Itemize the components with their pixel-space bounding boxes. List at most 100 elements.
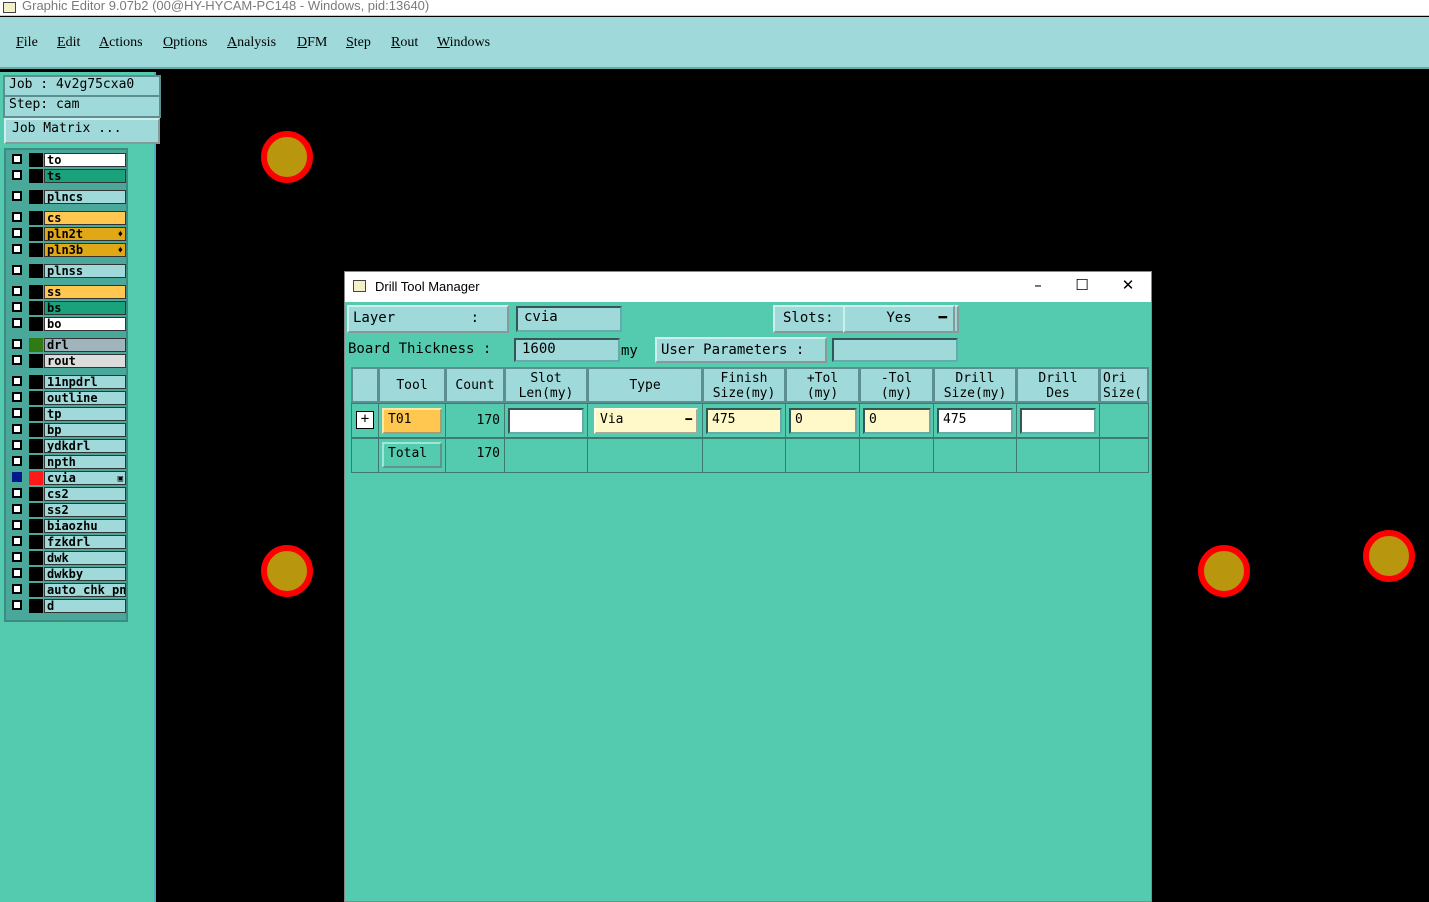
layer-checkbox[interactable] xyxy=(12,424,22,434)
layer-color-swatch[interactable] xyxy=(29,391,43,405)
layer-color-swatch[interactable] xyxy=(29,153,43,167)
layer-row-ss[interactable]: ss xyxy=(10,285,128,299)
layer-checkbox[interactable] xyxy=(12,355,22,365)
layer-name[interactable]: ts xyxy=(44,169,126,183)
layer-name[interactable]: dwkby xyxy=(44,567,126,581)
layer-row-cvia[interactable]: cvia ▣ xyxy=(10,471,128,485)
layer-label-button[interactable]: Layer : xyxy=(347,305,509,333)
layer-input[interactable]: cvia xyxy=(516,306,622,332)
layer-color-swatch[interactable] xyxy=(29,535,43,549)
layer-color-swatch[interactable] xyxy=(29,439,43,453)
layer-checkbox[interactable] xyxy=(12,339,22,349)
minimize-icon[interactable]: – xyxy=(1023,276,1053,294)
layer-color-swatch[interactable] xyxy=(29,487,43,501)
layer-name[interactable]: auto_chk_pnl xyxy=(44,583,126,597)
layer-color-swatch[interactable] xyxy=(29,407,43,421)
layer-row-bp[interactable]: bp xyxy=(10,423,128,437)
layer-row-bo[interactable]: bo xyxy=(10,317,128,331)
layer-row-dwk[interactable]: dwk xyxy=(10,551,128,565)
slot-len-input[interactable] xyxy=(508,408,584,434)
layer-name[interactable]: npth xyxy=(44,455,126,469)
layer-color-swatch[interactable] xyxy=(29,583,43,597)
layer-name[interactable]: bs xyxy=(44,301,126,315)
layer-row-tp[interactable]: tp xyxy=(10,407,128,421)
layer-color-swatch[interactable] xyxy=(29,519,43,533)
layer-color-swatch[interactable] xyxy=(29,301,43,315)
layer-name[interactable]: ydkdrl xyxy=(44,439,126,453)
layer-checkbox[interactable] xyxy=(12,191,22,201)
layer-checkbox[interactable] xyxy=(12,376,22,386)
layer-color-swatch[interactable] xyxy=(29,567,43,581)
close-icon[interactable]: ✕ xyxy=(1113,276,1143,294)
layer-checkbox[interactable] xyxy=(12,600,22,610)
layer-name[interactable]: 11npdrl xyxy=(44,375,126,389)
layer-row-ss2[interactable]: ss2 xyxy=(10,503,128,517)
layer-color-swatch[interactable] xyxy=(29,317,43,331)
layer-color-swatch[interactable] xyxy=(29,375,43,389)
layer-name[interactable]: cvia ▣ xyxy=(44,471,126,485)
layer-checkbox[interactable] xyxy=(12,154,22,164)
layer-checkbox[interactable] xyxy=(12,170,22,180)
layer-row-biaozhu[interactable]: biaozhu xyxy=(10,519,128,533)
job-matrix-button[interactable]: Job Matrix ... xyxy=(4,118,160,144)
layer-color-swatch[interactable] xyxy=(29,455,43,469)
tool-button[interactable]: T01 xyxy=(382,408,442,434)
menu-actions[interactable]: Actions xyxy=(99,35,143,51)
minus-tol-input[interactable]: 0 xyxy=(863,408,931,434)
slots-dropdown[interactable]: Yes ━ xyxy=(843,305,955,333)
layer-row-to[interactable]: to xyxy=(10,153,128,167)
layer-name[interactable]: plncs xyxy=(44,190,126,204)
layer-color-swatch[interactable] xyxy=(29,211,43,225)
layer-checkbox[interactable] xyxy=(12,584,22,594)
layer-name[interactable]: ss xyxy=(44,285,126,299)
menu-step[interactable]: Step xyxy=(346,35,371,51)
layer-row-drl[interactable]: drl xyxy=(10,338,128,352)
layer-row-ydkdrl[interactable]: ydkdrl xyxy=(10,439,128,453)
layer-checkbox[interactable] xyxy=(12,265,22,275)
layer-color-swatch[interactable] xyxy=(29,285,43,299)
menu-analysis[interactable]: Analysis xyxy=(227,35,276,51)
layer-checkbox[interactable] xyxy=(12,440,22,450)
layer-name[interactable]: dwk xyxy=(44,551,126,565)
layer-checkbox[interactable] xyxy=(12,286,22,296)
layer-name[interactable]: bo xyxy=(44,317,126,331)
layer-row-fzkdrl[interactable]: fzkdrl xyxy=(10,535,128,549)
layer-name[interactable]: pln2t ♦ xyxy=(44,227,126,241)
user-parameters-button[interactable]: User Parameters : xyxy=(655,337,827,363)
expand-icon[interactable]: + xyxy=(356,411,374,429)
layer-row-pln3b[interactable]: pln3b ♦ xyxy=(10,243,128,257)
layer-checkbox[interactable] xyxy=(12,504,22,514)
layer-color-swatch[interactable] xyxy=(29,338,43,352)
menu-windows[interactable]: Windows xyxy=(437,35,490,51)
layer-name[interactable]: to xyxy=(44,153,126,167)
menu-file[interactable]: File xyxy=(16,35,38,51)
layer-name[interactable]: drl xyxy=(44,338,126,352)
layer-row-rout[interactable]: rout xyxy=(10,354,128,368)
layer-checkbox[interactable] xyxy=(12,520,22,530)
layer-row-dwkby[interactable]: dwkby xyxy=(10,567,128,581)
layer-color-swatch[interactable] xyxy=(29,551,43,565)
layer-row-d[interactable]: d xyxy=(10,599,128,613)
total-button[interactable]: Total xyxy=(382,442,442,468)
type-dropdown[interactable]: Via ━ xyxy=(594,408,698,434)
layer-name[interactable]: tp xyxy=(44,407,126,421)
layer-row-npth[interactable]: npth xyxy=(10,455,128,469)
layer-checkbox[interactable] xyxy=(12,568,22,578)
layer-checkbox[interactable] xyxy=(12,392,22,402)
menu-dfm[interactable]: DFM xyxy=(297,35,327,51)
layer-row-auto-chk-pnl[interactable]: auto_chk_pnl xyxy=(10,583,128,597)
layer-color-swatch[interactable] xyxy=(29,423,43,437)
layer-name[interactable]: cs xyxy=(44,211,126,225)
layer-color-swatch[interactable] xyxy=(29,227,43,241)
layer-row-outline[interactable]: outline xyxy=(10,391,128,405)
layer-name[interactable]: fzkdrl xyxy=(44,535,126,549)
layer-row-bs[interactable]: bs xyxy=(10,301,128,315)
layer-name[interactable]: d xyxy=(44,599,126,613)
layer-row-plnss[interactable]: plnss xyxy=(10,264,128,278)
drill-size-input[interactable]: 475 xyxy=(937,408,1013,434)
layer-name[interactable]: outline xyxy=(44,391,126,405)
finish-size-input[interactable]: 475 xyxy=(706,408,782,434)
drill-des-input[interactable] xyxy=(1020,408,1096,434)
layer-name[interactable]: bp xyxy=(44,423,126,437)
layer-name[interactable]: pln3b ♦ xyxy=(44,243,126,257)
